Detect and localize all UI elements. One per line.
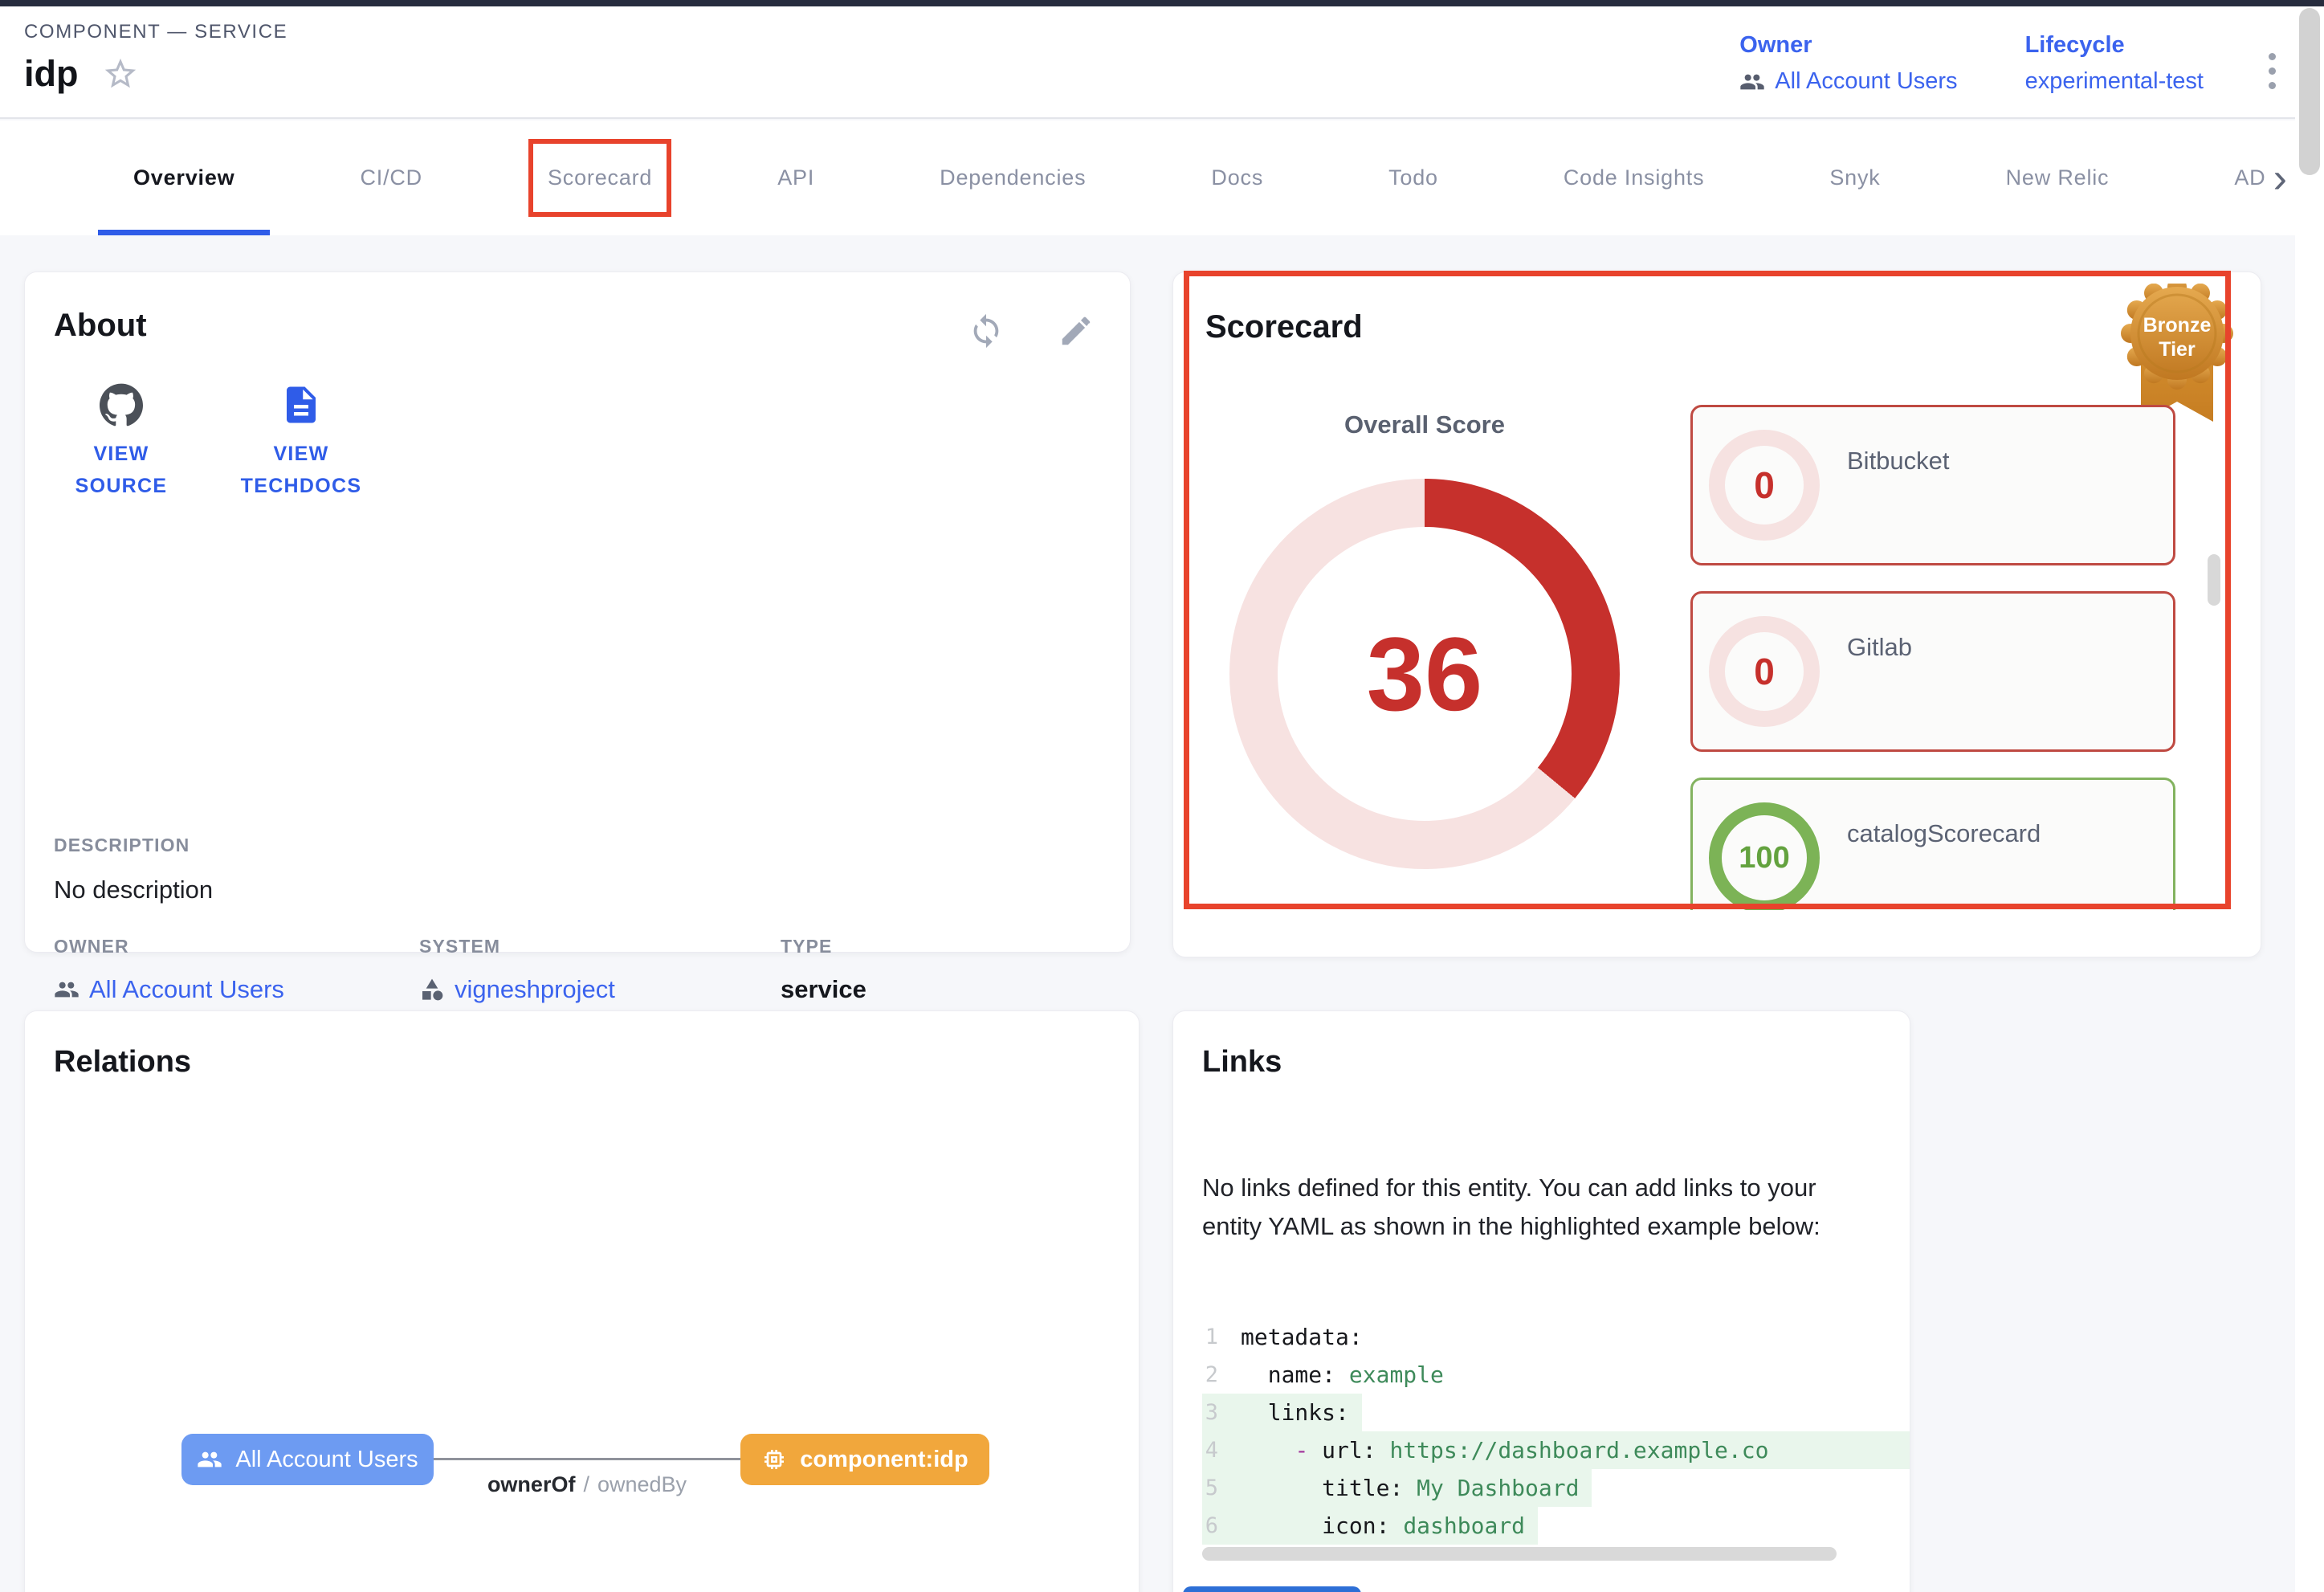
score-ring: 0 xyxy=(1709,430,1820,541)
score-ring: 0 xyxy=(1709,616,1820,727)
score-ring: 100 xyxy=(1709,802,1820,910)
line-number: 5 xyxy=(1202,1476,1241,1500)
system-field: SYSTEM vigneshproject xyxy=(419,936,615,1004)
tab-todo[interactable]: Todo xyxy=(1326,120,1501,235)
lifecycle-meta: Lifecycle experimental-test xyxy=(2025,32,2204,95)
relation-node-component[interactable]: component:idp xyxy=(740,1434,989,1485)
relation-edge-label: ownerOf/ownedBy xyxy=(434,1472,740,1497)
scorecard-item-catalogscorecard[interactable]: 100 catalogScorecard xyxy=(1690,778,2175,910)
relation-edge xyxy=(434,1458,740,1460)
description-value: No description xyxy=(54,876,213,904)
overall-score-label: Overall Score xyxy=(1264,410,1585,439)
people-icon xyxy=(54,977,80,1002)
tab-new-relic[interactable]: New Relic xyxy=(1943,120,2172,235)
links-card: Links No links defined for this entity. … xyxy=(1172,1010,1910,1592)
system-value-link[interactable]: vigneshproject xyxy=(419,975,615,1004)
annotation-box-tab: Scorecard xyxy=(528,139,671,217)
line-number: 6 xyxy=(1202,1513,1241,1538)
people-icon xyxy=(197,1447,222,1472)
entity-header: COMPONENT — SERVICE idp Owner All Accoun… xyxy=(0,6,2324,119)
score-item-label: Bitbucket xyxy=(1847,447,1950,476)
lifecycle-value: experimental-test xyxy=(2025,68,2204,95)
system-icon xyxy=(419,977,445,1002)
code-line-6: 6 icon: dashboard xyxy=(1202,1507,1910,1545)
overall-score-value: 36 xyxy=(1229,479,1620,869)
github-icon xyxy=(100,383,143,427)
owner-field: OWNER All Account Users xyxy=(54,936,284,1004)
view-techdocs-label: VIEW TECHDOCS xyxy=(237,438,365,502)
badge-line1: Bronze xyxy=(2143,314,2212,337)
about-title: About xyxy=(54,308,147,344)
tabs-list: OverviewCI/CD Scorecard APIDependenciesDoc… xyxy=(71,120,2267,235)
tab-ci-cd[interactable]: CI/CD xyxy=(297,120,485,235)
relation-node-component-label: component:idp xyxy=(800,1447,968,1473)
links-action-button[interactable] xyxy=(1183,1586,1361,1592)
scorecard-items: 0 Bitbucket 0 Gitlab 100 catalogScorecard xyxy=(1690,405,2175,910)
tab-ad[interactable]: AD xyxy=(2171,120,2266,235)
type-value: service xyxy=(781,975,866,1004)
code-line-5: 5 title: My Dashboard xyxy=(1202,1469,1910,1507)
code-line-2: 2 name: example xyxy=(1202,1356,1910,1394)
tab-dependencies[interactable]: Dependencies xyxy=(877,120,1148,235)
code-line-1: 1metadata: xyxy=(1202,1318,1910,1356)
owner-value-link[interactable]: All Account Users xyxy=(54,975,284,1004)
line-number: 2 xyxy=(1202,1362,1241,1387)
scorecard-item-gitlab[interactable]: 0 Gitlab xyxy=(1690,591,2175,752)
page-scrollbar-thumb[interactable] xyxy=(2299,8,2320,175)
refresh-icon[interactable] xyxy=(968,312,1005,349)
line-number: 3 xyxy=(1202,1400,1241,1425)
view-techdocs-button[interactable]: VIEW TECHDOCS xyxy=(237,383,365,502)
edit-icon[interactable] xyxy=(1058,312,1095,349)
tab-scorecard[interactable]: Scorecard xyxy=(485,120,715,235)
description-field: DESCRIPTION No description xyxy=(54,835,213,904)
line-number: 4 xyxy=(1202,1438,1241,1463)
scorecard-card: Scorecard Bronze Tier Overall Score 36 0… xyxy=(1172,271,2261,957)
view-source-label: VIEW SOURCE xyxy=(57,438,186,502)
code-horizontal-scrollbar[interactable] xyxy=(1202,1547,1837,1561)
lifecycle-label: Lifecycle xyxy=(2025,32,2204,59)
scorecard-scrollbar[interactable] xyxy=(2208,554,2220,606)
relation-node-owner[interactable]: All Account Users xyxy=(181,1434,434,1485)
people-icon xyxy=(1739,69,1765,95)
view-source-button[interactable]: VIEW SOURCE xyxy=(57,383,186,502)
top-browser-bar xyxy=(0,0,2324,6)
relations-title: Relations xyxy=(54,1045,191,1080)
line-number: 1 xyxy=(1202,1325,1241,1349)
favorite-star-icon[interactable] xyxy=(102,55,139,92)
relation-node-owner-label: All Account Users xyxy=(235,1447,418,1473)
relations-card: Relations All Account Users component:id… xyxy=(24,1010,1140,1592)
tab-api[interactable]: API xyxy=(715,120,877,235)
chip-icon xyxy=(761,1447,787,1472)
links-empty-text: No links defined for this entity. You ca… xyxy=(1202,1169,1864,1246)
owner-meta: Owner All Account Users xyxy=(1739,32,1957,95)
tab-snyk[interactable]: Snyk xyxy=(1767,120,1943,235)
entity-tabs: OverviewCI/CD Scorecard APIDependenciesDoc… xyxy=(0,120,2324,235)
tab-overview[interactable]: Overview xyxy=(71,120,297,235)
links-title: Links xyxy=(1202,1045,1282,1080)
badge-line2: Tier xyxy=(2159,338,2196,361)
score-item-label: Gitlab xyxy=(1847,633,1912,662)
page-title: idp xyxy=(24,53,78,95)
owner-link[interactable]: All Account Users xyxy=(1739,68,1957,95)
type-field: TYPE service xyxy=(781,936,866,1004)
code-line-3: 3 links: xyxy=(1202,1394,1910,1431)
code-line-4: 4 - url: https://dashboard.example.co xyxy=(1202,1431,1910,1469)
page-scrollbar xyxy=(2295,6,2324,1592)
tab-docs[interactable]: Docs xyxy=(1148,120,1326,235)
code-block: 1metadata:2 name: example3 links:4 - url… xyxy=(1202,1318,1910,1545)
owner-label: Owner xyxy=(1739,32,1957,59)
breadcrumb: COMPONENT — SERVICE xyxy=(24,21,287,43)
score-item-label: catalogScorecard xyxy=(1847,819,2041,848)
about-card: About VIEW SOURCE VIEW TECHDOCS DESCRIPT… xyxy=(24,271,1131,953)
more-options-icon[interactable] xyxy=(2269,53,2276,89)
tab-code-insights[interactable]: Code Insights xyxy=(1501,120,1767,235)
scorecard-title: Scorecard xyxy=(1205,309,1363,345)
overall-gauge: 36 xyxy=(1229,479,1620,869)
techdocs-icon xyxy=(279,383,323,427)
scorecard-item-bitbucket[interactable]: 0 Bitbucket xyxy=(1690,405,2175,565)
